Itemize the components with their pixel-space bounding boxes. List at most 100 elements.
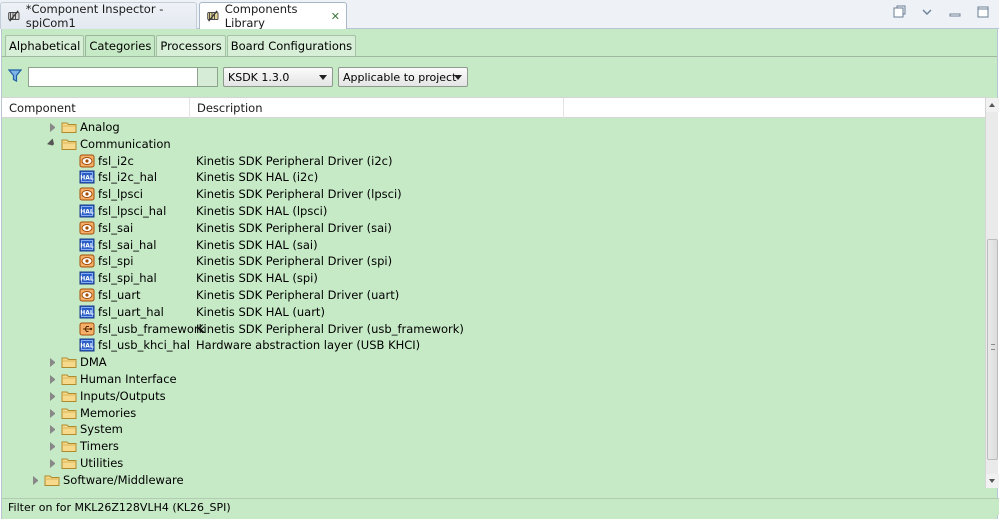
collapse-arrow-icon[interactable] xyxy=(50,391,58,401)
row-name: fsl_usb_khci_hal xyxy=(98,338,191,353)
tab-alphabetical[interactable]: Alphabetical xyxy=(5,35,85,56)
svg-text:HAL: HAL xyxy=(80,276,94,283)
row-name: fsl_spi_hal xyxy=(98,271,157,286)
folder-icon xyxy=(61,372,77,386)
category-row[interactable]: Memories xyxy=(2,405,985,422)
component-row[interactable]: HAL fsl_spi_hal Kinetis SDK HAL (spi) xyxy=(2,270,985,287)
hal-icon: HAL xyxy=(79,338,95,352)
component-row[interactable]: HAL fsl_sai_hal Kinetis SDK HAL (sai) xyxy=(2,237,985,254)
collapse-arrow-icon[interactable] xyxy=(50,123,58,132)
editor-tab-strip: *Component Inspector - spiCom1 Component… xyxy=(0,0,999,30)
row-name: Communication xyxy=(80,136,171,151)
row-description: Kinetis SDK Peripheral Driver (i2c) xyxy=(196,153,393,168)
hal-icon: HAL xyxy=(79,170,95,184)
component-row[interactable]: HAL fsl_usb_khci_hal Hardware abstraction … xyxy=(2,337,985,354)
row-name: System xyxy=(80,422,123,437)
category-row[interactable]: Software/Middleware xyxy=(2,472,985,489)
vertical-scrollbar[interactable] xyxy=(985,98,999,488)
expand-arrow-icon[interactable] xyxy=(46,138,60,151)
component-row[interactable]: fsl_i2c Kinetis SDK Peripheral Driver (i2… xyxy=(2,153,985,170)
tab-processors[interactable]: Processors xyxy=(156,35,226,56)
row-description: Kinetis SDK Peripheral Driver (usb_frame… xyxy=(196,321,464,336)
tab-label: Components Library xyxy=(224,2,298,30)
collapse-arrow-icon[interactable] xyxy=(50,375,58,384)
collapse-arrow-icon[interactable] xyxy=(50,459,58,468)
svg-text:HAL: HAL xyxy=(80,242,94,249)
component-row[interactable]: fsl_usb_framework Kinetis SDK Peripheral … xyxy=(2,321,985,338)
maximize-icon[interactable] xyxy=(975,5,991,19)
category-row[interactable]: DMA xyxy=(2,354,985,371)
collapse-arrow-icon[interactable] xyxy=(50,408,58,418)
collapse-arrow-icon[interactable] xyxy=(33,475,41,485)
tab-label: *Component Inspector - spiCom1 xyxy=(25,2,164,30)
category-row[interactable]: System xyxy=(2,421,985,438)
component-inspector-icon xyxy=(8,10,20,22)
ksdk-version-select[interactable]: KSDK 1.3.0 xyxy=(223,67,333,87)
row-description: Kinetis SDK HAL (uart) xyxy=(196,304,325,319)
hal-icon: HAL xyxy=(79,204,95,218)
folder-icon xyxy=(61,422,77,436)
component-row[interactable]: fsl_uart Kinetis SDK Peripheral Driver (u… xyxy=(2,287,985,304)
scroll-thumb[interactable] xyxy=(987,239,998,460)
table-header: Component Description xyxy=(2,97,989,118)
close-icon[interactable]: ✕ xyxy=(331,10,340,23)
scroll-down-icon[interactable] xyxy=(986,474,999,488)
hal-icon: HAL xyxy=(79,238,95,252)
tab-board-configurations[interactable]: Board Configurations xyxy=(226,35,357,56)
row-name: Memories xyxy=(80,405,137,420)
filter-icon[interactable] xyxy=(8,69,22,83)
view-menu-icon[interactable] xyxy=(919,5,935,19)
column-header-description[interactable]: Description xyxy=(190,98,564,118)
component-row[interactable]: fsl_lpsci Kinetis SDK Peripheral Driver (… xyxy=(2,186,985,203)
scroll-up-icon[interactable] xyxy=(986,98,999,112)
component-row[interactable]: fsl_spi Kinetis SDK Peripheral Driver (sp… xyxy=(2,253,985,270)
row-name: fsl_uart_hal xyxy=(98,304,164,319)
category-row[interactable]: Inputs/Outputs xyxy=(2,388,985,405)
svg-text:HAL: HAL xyxy=(80,343,94,350)
row-name: fsl_sai xyxy=(98,220,134,235)
minimize-icon[interactable] xyxy=(947,5,963,19)
svg-text:HAL: HAL xyxy=(80,309,94,316)
row-description: Kinetis SDK HAL (i2c) xyxy=(196,170,319,185)
tab-categories[interactable]: Categories xyxy=(85,35,156,56)
row-description: Kinetis SDK HAL (sai) xyxy=(196,237,318,252)
folder-icon xyxy=(61,439,77,453)
filter-input[interactable] xyxy=(28,67,198,87)
driver-icon xyxy=(79,154,95,168)
category-row[interactable]: Communication xyxy=(2,136,985,153)
row-name: fsl_uart xyxy=(98,288,141,302)
driver-icon xyxy=(79,288,95,302)
category-row[interactable]: Timers xyxy=(2,438,985,455)
component-row[interactable]: HAL fsl_uart_hal Kinetis SDK HAL (uart) xyxy=(2,304,985,321)
row-name: fsl_spi xyxy=(98,254,134,269)
filter-bar: KSDK 1.3.0 Applicable to project xyxy=(2,65,999,89)
component-row[interactable]: HAL fsl_lpsci_hal Kinetis SDK HAL (lpsci) xyxy=(2,203,985,220)
applicability-select[interactable]: Applicable to project xyxy=(338,67,468,87)
collapse-arrow-icon[interactable] xyxy=(50,425,58,435)
ksdk-version-value: KSDK 1.3.0 xyxy=(228,70,290,84)
restore-icon[interactable] xyxy=(891,5,907,19)
hal-icon: HAL xyxy=(79,305,95,319)
row-name: fsl_usb_framework xyxy=(98,321,206,336)
collapse-arrow-icon[interactable] xyxy=(50,442,58,452)
component-tree: Analog Communication fsl_i2c Kinetis SDK Pe… xyxy=(2,118,985,499)
row-name: Timers xyxy=(80,439,119,454)
tab-components-library[interactable]: Components Library ✕ xyxy=(199,2,347,30)
row-description: Kinetis SDK Peripheral Driver (sai) xyxy=(196,220,392,235)
component-row[interactable]: HAL fsl_i2c_hal Kinetis SDK HAL (i2c) xyxy=(2,169,985,186)
tab-component-inspector[interactable]: *Component Inspector - spiCom1 xyxy=(0,2,197,30)
collapse-arrow-icon[interactable] xyxy=(50,358,58,368)
row-name: Utilities xyxy=(80,456,124,470)
row-name: fsl_i2c xyxy=(98,153,134,168)
category-row[interactable]: Utilities xyxy=(2,455,985,472)
row-description: Kinetis SDK Peripheral Driver (spi) xyxy=(196,254,393,269)
column-header-component[interactable]: Component xyxy=(2,98,190,118)
row-name: fsl_sai_hal xyxy=(98,237,157,252)
dropdown-arrow-icon xyxy=(454,75,462,80)
applicability-value: Applicable to project xyxy=(343,70,457,84)
row-description: Kinetis SDK HAL (lpsci) xyxy=(196,204,328,218)
component-row[interactable]: fsl_sai Kinetis SDK Peripheral Driver (sa… xyxy=(2,220,985,237)
category-row[interactable]: Analog xyxy=(2,119,985,136)
category-row[interactable]: Human Interface xyxy=(2,371,985,388)
row-name: Human Interface xyxy=(80,372,177,386)
